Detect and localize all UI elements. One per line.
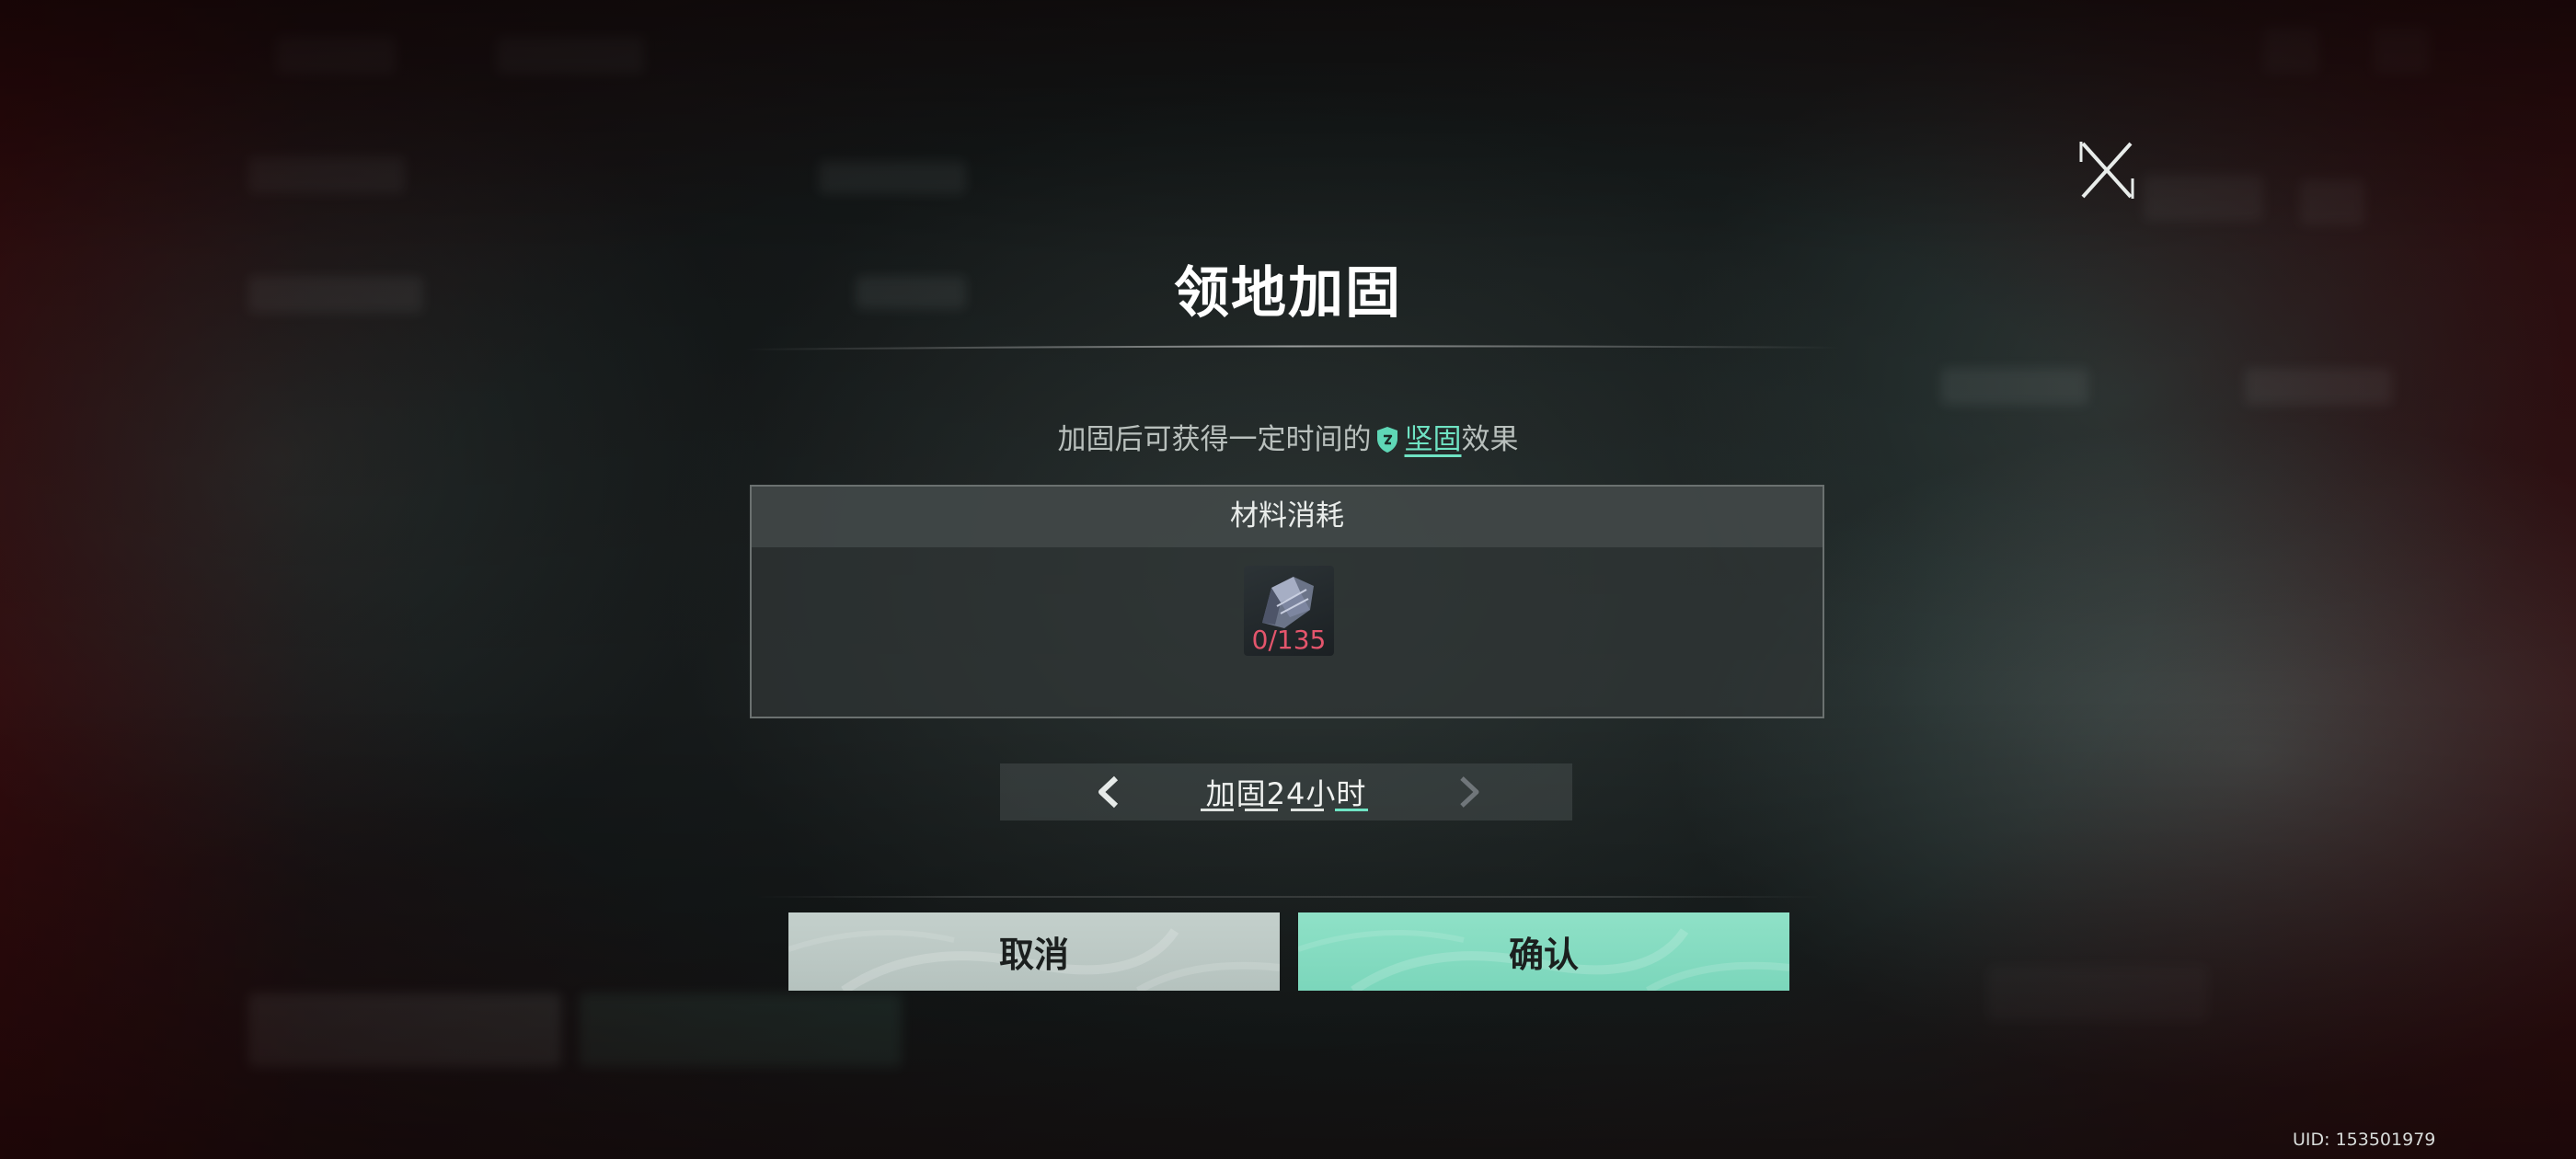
dialog-description: 加固后可获得一定时间的 坚固效果 — [0, 416, 2576, 457]
cancel-label: 取消 — [998, 935, 1069, 975]
bg-block — [2374, 28, 2429, 74]
close-button[interactable] — [2077, 138, 2136, 202]
uid-label: UID: 153501979 — [2293, 1130, 2436, 1150]
bg-block — [2300, 179, 2364, 225]
bg-block — [2144, 175, 2263, 221]
material-cost-panel: 材料消耗 0/135 — [750, 485, 1824, 718]
material-item[interactable]: 0/135 — [1244, 566, 1334, 656]
material-count: 0/135 — [1251, 625, 1327, 655]
bg-block — [2245, 368, 2392, 405]
chevron-right-icon — [1460, 776, 1479, 808]
material-header: 材料消耗 — [752, 487, 1823, 547]
cancel-button[interactable]: 取消 — [788, 912, 1280, 991]
confirm-label: 确认 — [1508, 935, 1579, 975]
button-separator — [754, 896, 1822, 898]
step-mark — [1291, 809, 1324, 811]
bg-block — [1987, 966, 2208, 1021]
step-mark-active — [1335, 809, 1368, 811]
next-duration-button[interactable] — [1451, 775, 1486, 809]
dialog-title: 领地加固 — [1174, 261, 1402, 326]
duration-label: 加固24小时 — [1205, 776, 1367, 811]
fortify-effect-link[interactable]: 坚固 — [1405, 423, 1462, 456]
close-x-icon — [2079, 142, 2134, 199]
step-mark — [1245, 809, 1278, 811]
bg-block — [248, 156, 405, 193]
duration-step-indicator — [1201, 809, 1385, 812]
bg-block — [497, 37, 644, 74]
description-suffix: 效果 — [1461, 423, 1519, 456]
screen: 领地加固 加固后可获得一定时间的 坚固效果 材料消耗 0/135 加固24小时 … — [0, 0, 2576, 1159]
bg-block — [1941, 368, 2088, 405]
duration-selector: 加固24小时 — [1000, 763, 1572, 820]
bg-block — [2263, 28, 2318, 74]
step-mark — [1201, 809, 1234, 811]
bg-block — [276, 37, 396, 74]
title-divider — [745, 345, 1840, 350]
bg-block — [819, 161, 966, 194]
bg-block — [580, 993, 902, 1067]
bg-block — [248, 993, 561, 1067]
description-prefix: 加固后可获得一定时间的 — [1057, 423, 1372, 456]
shield-icon — [1375, 426, 1399, 453]
confirm-button[interactable]: 确认 — [1298, 912, 1789, 991]
